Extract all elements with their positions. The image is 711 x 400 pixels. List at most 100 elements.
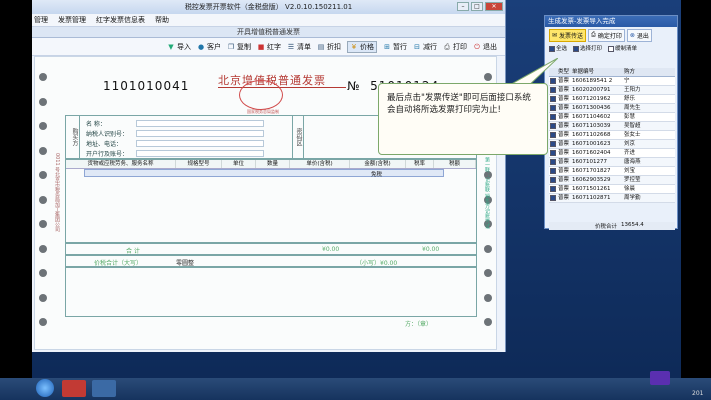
sum-label: 价税合计: [595, 224, 618, 230]
printer-icon: ⎙: [444, 42, 450, 51]
punch-hole: [39, 195, 47, 204]
row-checkbox[interactable]: [549, 194, 558, 202]
items-row[interactable]: 免税: [84, 169, 444, 178]
row-bill-no: 16062903529: [572, 177, 611, 183]
punch-hole: [484, 73, 492, 81]
buyer-name-row: 名 称：: [86, 118, 264, 128]
menu-item-invoice[interactable]: 发票管理: [58, 14, 86, 26]
invoice-title-underline: [218, 87, 346, 88]
checkbox-icon: [550, 131, 556, 138]
add-row-button[interactable]: ⊞ 暂行: [383, 42, 407, 52]
punch-holes-left: [39, 73, 47, 326]
customer-button[interactable]: ● 客户: [197, 42, 221, 52]
customer-icon: ●: [197, 42, 205, 51]
grid-row[interactable]: 普票 16071103039 吴智超: [549, 122, 675, 131]
taskbar-app-invoice[interactable]: [62, 380, 86, 397]
sum-value: 13654.4: [621, 222, 644, 228]
row-checkbox[interactable]: [549, 104, 558, 112]
grid-row[interactable]: 普票 16071701827 刘宝: [549, 167, 675, 176]
confirm-print-button[interactable]: ⎙ 确定打印: [588, 28, 625, 42]
grid-row[interactable]: 普票 16071300436 周先生: [549, 104, 675, 113]
minimize-button[interactable]: –: [457, 2, 469, 11]
buyer-address-field[interactable]: [136, 139, 264, 147]
row-buyer: 齐进: [624, 150, 636, 156]
grid-row[interactable]: 普票 16071201962 舒乐: [549, 95, 675, 104]
import-button[interactable]: ▼ 导入: [167, 42, 191, 52]
punch-hole: [39, 244, 47, 253]
row-type: 普票: [558, 78, 570, 84]
grid-row[interactable]: 普票 16062903529 罗控莹: [549, 176, 675, 185]
grid-row[interactable]: 普票 1607101277 唐海燕: [549, 158, 675, 167]
row-checkbox[interactable]: [549, 140, 558, 148]
red-invoice-button[interactable]: ■ 红字: [257, 42, 281, 52]
side-text-right: 第一联：记账联 销售方记账凭证: [484, 157, 490, 229]
col-unit: 单位: [222, 160, 256, 168]
row-type: 普票: [558, 159, 570, 165]
grid-row[interactable]: 普票 16071001623 刘京: [549, 140, 675, 149]
close-button[interactable]: ✕: [485, 2, 503, 11]
delete-row-button[interactable]: ⊟ 减行: [413, 42, 437, 52]
maximize-button[interactable]: □: [471, 2, 483, 11]
checkbox-icon: [550, 176, 556, 183]
col-tax-rate: 税率: [406, 160, 434, 168]
grid-row[interactable]: 普票 16020200791 王阳力: [549, 86, 675, 95]
punch-hole: [39, 269, 47, 277]
checkbox-icon: [549, 45, 555, 52]
row-checkbox[interactable]: [549, 176, 558, 184]
taskbar-app-browser[interactable]: [92, 380, 116, 397]
dialog-toolbar: ✉ 发票传送 ⎙ 确定打印 ⊗ 退出: [545, 27, 677, 43]
grid-row[interactable]: 普票 16071102668 张女士: [549, 131, 675, 140]
buyer-name-field[interactable]: [136, 119, 264, 127]
buyer-bank-row: 开户行及账号：: [86, 148, 264, 158]
send-invoice-button[interactable]: ✉ 发票传送: [549, 28, 587, 42]
row-checkbox[interactable]: [549, 185, 558, 193]
grid-row[interactable]: 普票 1606189541 2 宁: [549, 77, 675, 86]
start-button[interactable]: [36, 379, 54, 397]
total-amount: ¥0.00: [322, 246, 340, 253]
items-table: 货物或应税劳务、服务名称 规格型号 单位 数量 单价(含税) 金额(含税) 税率…: [65, 159, 477, 243]
buyer-taxid-row: 纳税人识别号：: [86, 128, 264, 138]
row-checkbox[interactable]: [549, 113, 558, 121]
seller-section: [65, 267, 477, 317]
row-buyer: 唐海燕: [624, 159, 641, 165]
row-checkbox[interactable]: [549, 149, 558, 157]
row-checkbox[interactable]: [549, 122, 558, 130]
discount-icon: ▤: [317, 42, 325, 51]
menu-item-help[interactable]: 帮助: [155, 14, 169, 26]
list-button[interactable]: ☰ 清单: [287, 42, 311, 52]
row-checkbox[interactable]: [549, 167, 558, 175]
tray-icon[interactable]: [650, 371, 670, 385]
grid-row[interactable]: 普票 16071602404 齐进: [549, 149, 675, 158]
buyer-taxid-field[interactable]: [136, 129, 264, 137]
col-type: 类型: [558, 69, 570, 75]
row-checkbox[interactable]: [549, 95, 558, 103]
grid-row[interactable]: 普票 16071102871 周学勤: [549, 194, 675, 203]
exit-button[interactable]: ⏻ 退出: [473, 42, 497, 52]
grid-row[interactable]: 普票 16071501261 徐晨: [549, 185, 675, 194]
row-checkbox[interactable]: [549, 158, 558, 166]
menu-item-red-invoice[interactable]: 红字发票信息表: [96, 14, 145, 26]
buyer-bank-field[interactable]: [136, 149, 264, 157]
select-all-checkbox[interactable]: 全选: [549, 44, 567, 52]
checkbox-icon: [550, 185, 556, 192]
copy-button[interactable]: ❐ 复制: [227, 42, 251, 52]
draft-list-checkbox[interactable]: 缓制清单: [608, 44, 637, 52]
dialog-exit-button[interactable]: ⊗ 退出: [626, 28, 652, 42]
punch-hole: [39, 122, 47, 130]
checkbox-icon: [550, 113, 556, 120]
discount-button[interactable]: ▤ 折扣: [317, 42, 341, 52]
row-type: 普票: [558, 105, 570, 111]
checkbox-icon: [573, 45, 580, 52]
menu-item-manage[interactable]: 管理: [34, 14, 48, 26]
row-bill-no: 16071103039: [572, 123, 611, 129]
grid-row[interactable]: 普票 16071104602 彭慧: [549, 113, 675, 122]
select-print-checkbox[interactable]: 选择打印: [573, 44, 602, 52]
col-spec: 规格型号: [176, 160, 222, 168]
callout-text: 最后点击"发票传送"即可后面接口系统会自动将所选发票打印完为止!: [387, 93, 531, 115]
list-icon: ☰: [287, 42, 295, 51]
print-button[interactable]: ⎙ 打印: [443, 42, 467, 52]
price-button[interactable]: ¥ 价格: [347, 40, 377, 53]
punch-hole: [484, 269, 492, 277]
row-checkbox[interactable]: [549, 131, 558, 139]
checkbox-icon: [550, 158, 556, 165]
